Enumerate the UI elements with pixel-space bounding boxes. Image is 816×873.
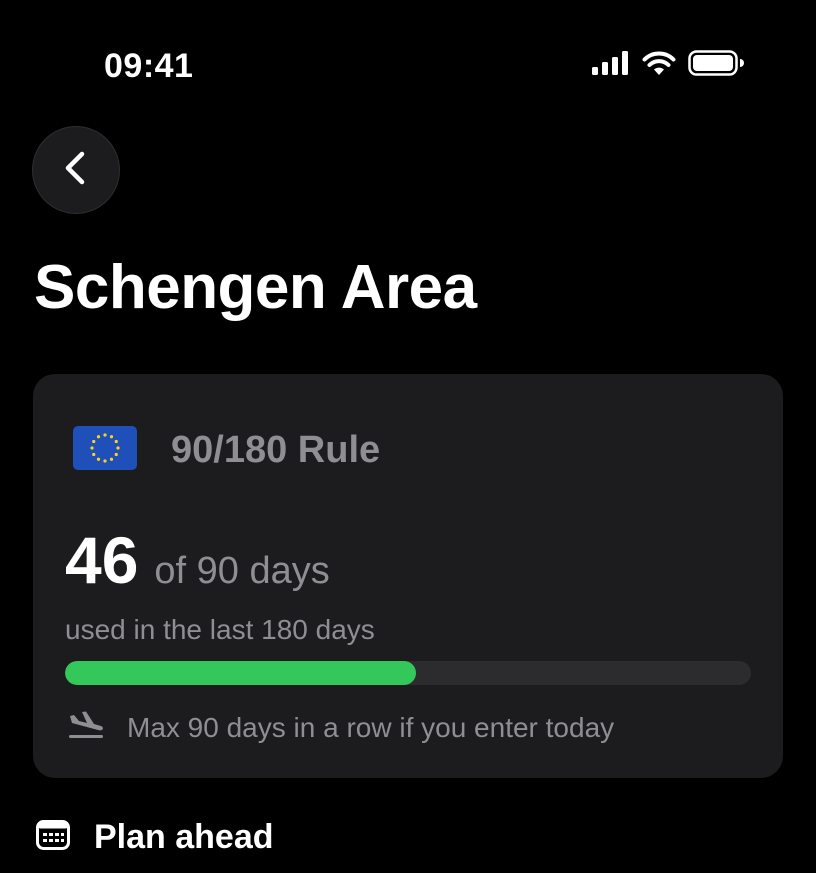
wifi-icon [642,50,676,81]
cellular-signal-icon [592,51,630,80]
plan-ahead-button[interactable]: Plan ahead [36,818,274,857]
plan-ahead-label: Plan ahead [94,818,274,856]
card-header: 90/180 Rule [73,426,380,475]
window-label: used in the last 180 days [65,614,375,645]
max-stay-text: Max 90 days in a row if you enter today [127,711,615,743]
days-total-text: of 90 days [154,550,330,592]
chevron-left-icon [62,150,90,191]
days-progress-bar [65,661,751,685]
calendar-icon [36,820,70,855]
page-title: Schengen Area [34,253,477,322]
status-icons [592,50,744,81]
days-row: 46 of 90 days [65,524,330,596]
plane-arrival-icon [67,710,105,745]
status-bar: 09:41 [0,0,816,110]
card-footer: Max 90 days in a row if you enter today [67,710,614,745]
rule-title: 90/180 Rule [171,429,381,471]
days-progress-fill [65,661,416,685]
days-used-count: 46 [65,523,139,597]
status-time: 09:41 [104,47,194,85]
eu-flag-icon [73,426,137,475]
rule-card: 90/180 Rule 46 of 90 days used in the la… [33,374,783,778]
back-button[interactable] [32,126,120,214]
battery-icon [688,50,744,81]
